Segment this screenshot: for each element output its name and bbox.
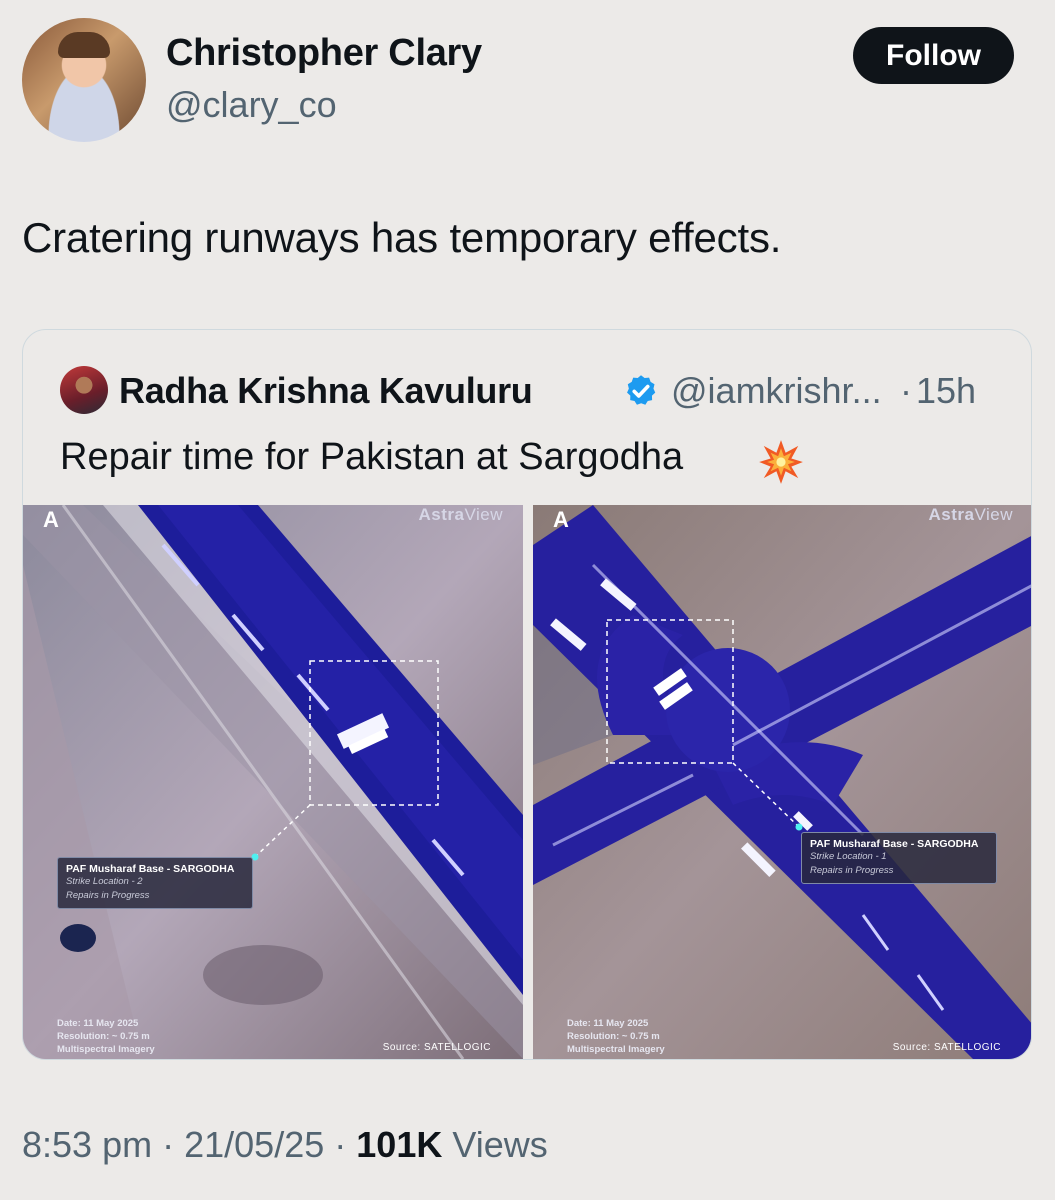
quoted-handle[interactable]: @iamkrishr... [671,370,882,412]
quoted-avatar[interactable] [60,366,108,414]
callout-status-1: Repairs in Progress [66,890,150,901]
image-date-2: Date: 11 May 2025 [567,1018,649,1029]
views-label: Views [452,1124,548,1165]
image-info-1: Date: 11 May 2025 Resolution: ~ 0.75 m M… [57,1017,155,1056]
image-resolution-1: Resolution: ~ 0.75 m [57,1031,150,1042]
tweet-text: Cratering runways has temporary effects. [22,214,782,261]
astraview-mark-2: A [553,507,569,532]
image-imagery-1: Multispectral Imagery [57,1044,155,1055]
tweet-meta: 8:53 pm · 21/05/25 · 101K Views [22,1124,548,1166]
meta-separator: · [334,1124,347,1165]
image-imagery-2: Multispectral Imagery [567,1044,665,1055]
image-resolution-2: Resolution: ~ 0.75 m [567,1031,660,1042]
callout-title-1: PAF Musharaf Base - SARGODHA [66,863,235,875]
image-source-1: Source: SATELLOGIC [382,1042,491,1053]
satellite-scene-2 [533,505,1031,1059]
satellite-scene-1 [23,505,523,1059]
astraview-brand-1: AstraView [418,505,503,524]
image-source-2: Source: SATELLOGIC [892,1042,1001,1053]
callout-location-1: Strike Location - 2 [66,876,143,887]
author-avatar[interactable] [22,18,146,142]
quoted-text: Repair time for Pakistan at Sargodha [60,436,684,478]
callout-location-2: Strike Location - 1 [810,851,887,862]
tweet-time[interactable]: 8:53 pm [22,1124,152,1165]
quoted-tweet[interactable]: Radha Krishna Kavuluru @iamkrishr... · 1… [22,329,1032,1060]
collision-emoji-icon [759,440,803,484]
satellite-image-1[interactable]: A AstraView PAF Musharaf Base - SARGODHA… [23,505,523,1059]
meta-separator: · [162,1124,175,1165]
verified-badge-icon [627,375,656,405]
quoted-separator: · [900,370,912,411]
callout-2: PAF Musharaf Base - SARGODHA Strike Loca… [801,832,997,884]
author-name[interactable]: Christopher Clary [166,32,482,75]
quoted-time[interactable]: 15h [916,370,976,412]
follow-button[interactable]: Follow [853,27,1014,84]
tweet-date[interactable]: 21/05/25 [184,1124,324,1165]
views-count[interactable]: 101K [356,1124,442,1165]
callout-status-2: Repairs in Progress [810,865,894,876]
image-date-1: Date: 11 May 2025 [57,1018,139,1029]
astraview-mark-1: A [43,507,59,532]
callout-title-2: PAF Musharaf Base - SARGODHA [810,838,979,850]
author-handle[interactable]: @clary_co [166,84,337,126]
callout-1: PAF Musharaf Base - SARGODHA Strike Loca… [57,857,253,909]
quoted-author-name[interactable]: Radha Krishna Kavuluru [119,370,533,412]
image-info-2: Date: 11 May 2025 Resolution: ~ 0.75 m M… [567,1017,665,1056]
astraview-brand-2: AstraView [928,505,1013,524]
satellite-image-2[interactable]: A AstraView PAF Musharaf Base - SARGODHA… [533,505,1031,1059]
